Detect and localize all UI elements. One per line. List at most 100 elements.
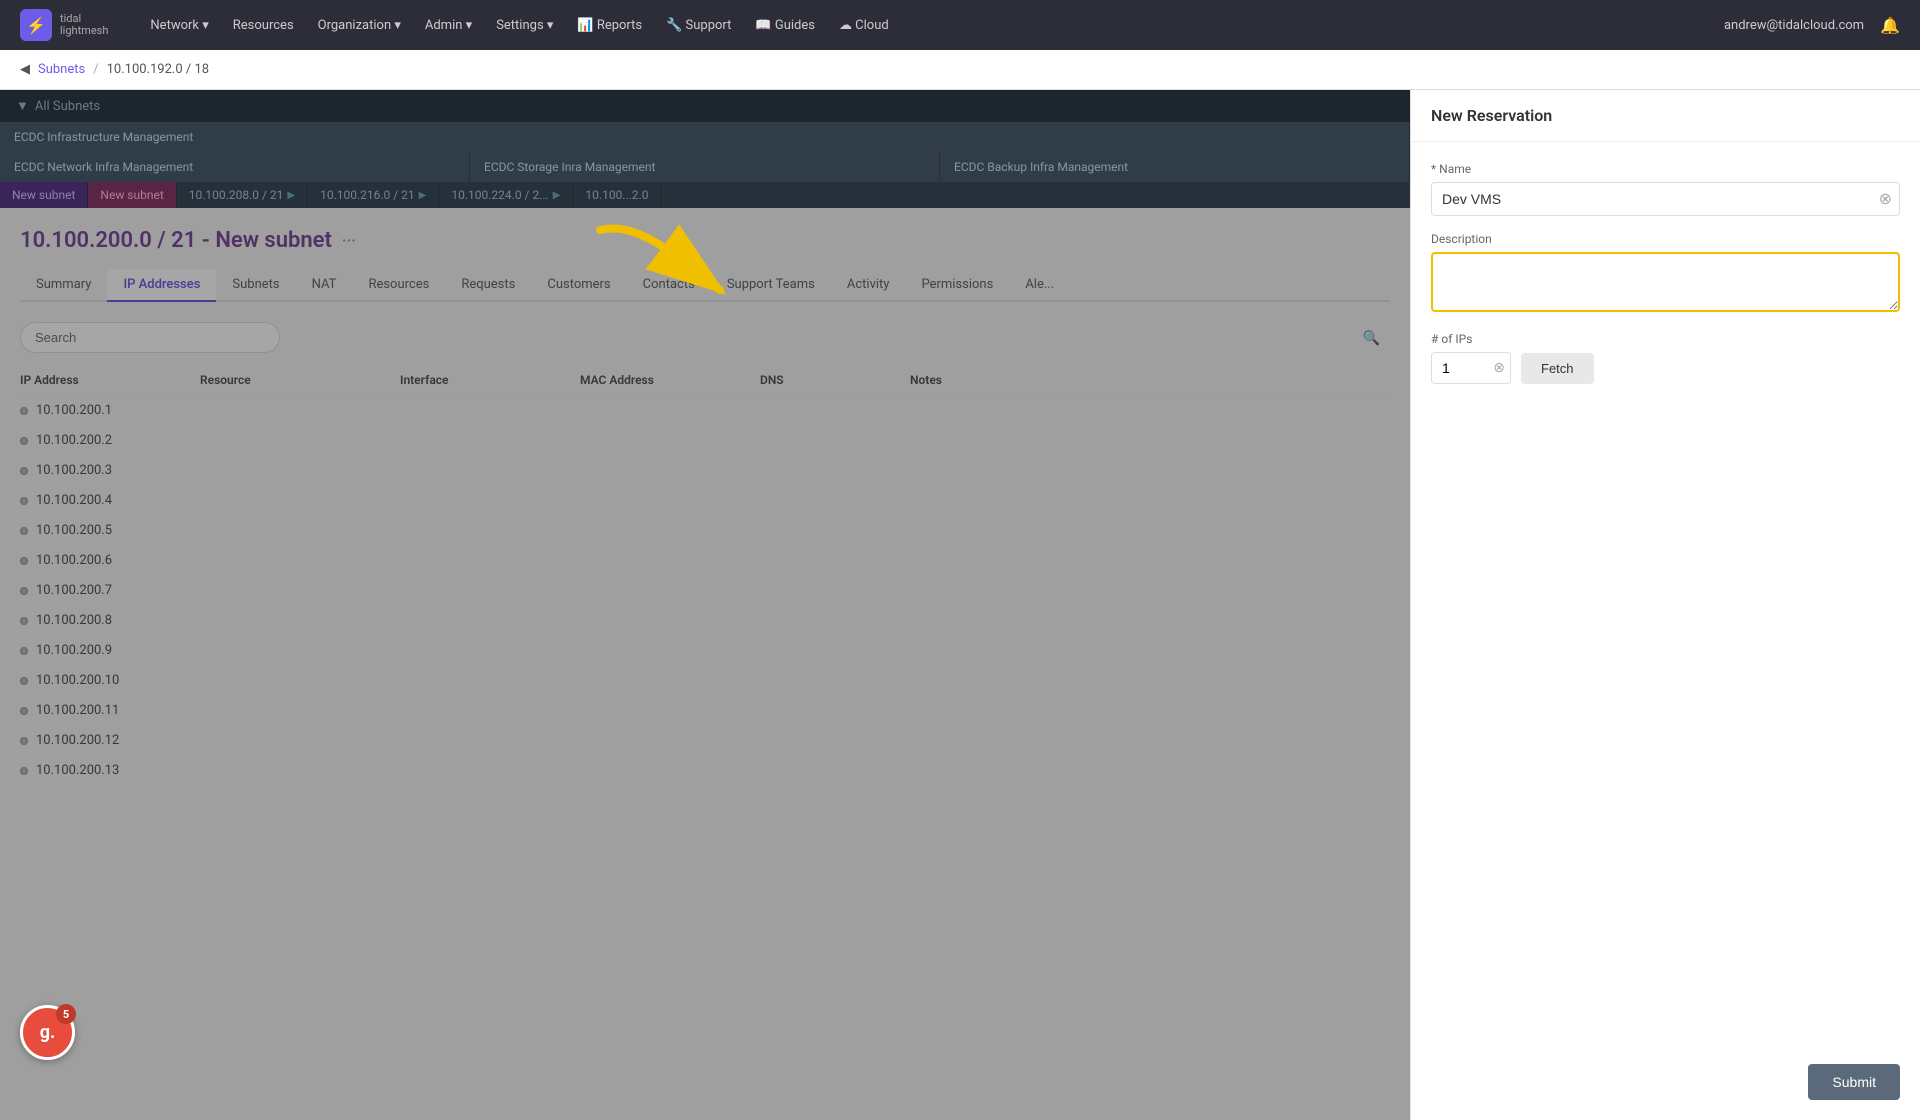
ip-address: 10.100.200.11 xyxy=(36,703,119,718)
name-input[interactable] xyxy=(1431,182,1900,216)
tree-backup-infra[interactable]: ECDC Backup Infra Management xyxy=(940,152,1410,182)
breadcrumb: ◀ Subnets / 10.100.192.0 / 18 xyxy=(0,50,1920,90)
ip-address: 10.100.200.6 xyxy=(36,553,112,568)
nav-support[interactable]: 🔧 Support xyxy=(656,12,741,39)
tabs: Summary IP Addresses Subnets NAT Resourc… xyxy=(20,269,1390,302)
arrow-icon: ▶ xyxy=(553,190,561,201)
left-panel: ▼ All Subnets ECDC Infrastructure Manage… xyxy=(0,90,1410,1120)
ip-cell: 10.100.200.11 xyxy=(20,703,200,718)
ip-cell: 10.100.200.7 xyxy=(20,583,200,598)
table-row: 10.100.200.4 xyxy=(20,486,1390,516)
tree-sub-224[interactable]: 10.100.224.0 / 2... ▶ xyxy=(439,182,573,208)
submit-button[interactable]: Submit xyxy=(1808,1064,1900,1100)
tab-support-teams[interactable]: Support Teams xyxy=(711,269,831,302)
nav-guides[interactable]: 📖 Guides xyxy=(745,12,825,39)
tree-row-2: ECDC Network Infra Management ECDC Stora… xyxy=(0,152,1410,182)
req-icon: * xyxy=(1431,162,1436,176)
ip-address: 10.100.200.7 xyxy=(36,583,112,598)
ip-cell: 10.100.200.6 xyxy=(20,553,200,568)
nav-user[interactable]: andrew@tidalcloud.com xyxy=(1724,18,1864,33)
fetch-button[interactable]: Fetch xyxy=(1521,353,1594,384)
arrow-icon: ▶ xyxy=(419,190,427,201)
table-row: 10.100.200.12 xyxy=(20,726,1390,756)
table-rows: 10.100.200.1 10.100.200.2 10.100.200.3 xyxy=(20,396,1390,786)
tree-sub-last[interactable]: 10.100...2.0 xyxy=(573,182,661,208)
ip-cell: 10.100.200.8 xyxy=(20,613,200,628)
tree-new-subnet-2[interactable]: New subnet xyxy=(88,182,176,208)
ip-cell: 10.100.200.2 xyxy=(20,433,200,448)
tab-customers[interactable]: Customers xyxy=(531,269,626,302)
tree-all-subnets[interactable]: ▼ All Subnets xyxy=(0,90,1410,122)
table-row: 10.100.200.1 xyxy=(20,396,1390,426)
tab-permissions[interactable]: Permissions xyxy=(905,269,1009,302)
nav-right: andrew@tidalcloud.com 🔔 xyxy=(1724,16,1900,35)
table-row: 10.100.200.7 xyxy=(20,576,1390,606)
subnet-title: 10.100.200.0 / 21 - New subnet ··· xyxy=(20,228,1390,253)
status-dot xyxy=(20,437,28,445)
logo-icon: ⚡ xyxy=(20,9,52,41)
navbar: ⚡ tidal lightmesh Network ▾ Resources Or… xyxy=(0,0,1920,50)
tab-subnets[interactable]: Subnets xyxy=(216,269,295,302)
tree-new-subnet-1[interactable]: New subnet xyxy=(0,182,88,208)
subnet-options-icon[interactable]: ··· xyxy=(342,231,356,250)
ip-address: 10.100.200.5 xyxy=(36,523,112,538)
tree-storage-infra[interactable]: ECDC Storage Inra Management xyxy=(470,152,940,182)
tab-summary[interactable]: Summary xyxy=(20,269,107,302)
name-clear-icon[interactable]: ⊗ xyxy=(1879,191,1892,207)
status-dot xyxy=(20,407,28,415)
search-button[interactable]: 🔍 xyxy=(1363,329,1380,346)
ip-cell: 10.100.200.4 xyxy=(20,493,200,508)
nav-resources[interactable]: Resources xyxy=(223,12,304,39)
nav-cloud[interactable]: ☁ Cloud xyxy=(829,12,899,39)
ip-cell: 10.100.200.5 xyxy=(20,523,200,538)
tab-nat[interactable]: NAT xyxy=(296,269,353,302)
breadcrumb-separator: / xyxy=(93,62,98,77)
tab-activity[interactable]: Activity xyxy=(831,269,906,302)
tree-sub-216[interactable]: 10.100.216.0 / 21 ▶ xyxy=(308,182,439,208)
status-dot xyxy=(20,617,28,625)
tab-alerts[interactable]: Ale... xyxy=(1009,269,1070,302)
ip-address: 10.100.200.9 xyxy=(36,643,112,658)
tab-contacts[interactable]: Contacts xyxy=(627,269,711,302)
status-dot xyxy=(20,707,28,715)
table-row: 10.100.200.2 xyxy=(20,426,1390,456)
desc-label: Description xyxy=(1431,232,1900,246)
nav-network[interactable]: Network ▾ xyxy=(140,12,218,39)
nav-settings[interactable]: Settings ▾ xyxy=(486,12,563,39)
ip-address: 10.100.200.2 xyxy=(36,433,112,448)
subnet-tree: ▼ All Subnets ECDC Infrastructure Manage… xyxy=(0,90,1410,208)
nav-reports[interactable]: 📊 Reports xyxy=(567,12,652,39)
ip-address: 10.100.200.13 xyxy=(36,763,119,778)
table-row: 10.100.200.11 xyxy=(20,696,1390,726)
g2-badge[interactable]: g. 5 xyxy=(20,1005,75,1060)
ip-cell: 10.100.200.13 xyxy=(20,763,200,778)
breadcrumb-parent[interactable]: Subnets xyxy=(38,62,85,77)
bell-icon[interactable]: 🔔 xyxy=(1880,16,1900,35)
nav-admin[interactable]: Admin ▾ xyxy=(415,12,482,39)
status-dot xyxy=(20,587,28,595)
table-row: 10.100.200.8 xyxy=(20,606,1390,636)
arrow-icon: ▶ xyxy=(287,190,295,201)
nav-links: Network ▾ Resources Organization ▾ Admin… xyxy=(140,12,1700,39)
logo: ⚡ tidal lightmesh xyxy=(20,9,108,41)
search-input[interactable] xyxy=(20,322,280,353)
tab-ip-addresses[interactable]: IP Addresses xyxy=(107,269,216,302)
breadcrumb-arrow: ◀ xyxy=(20,62,30,77)
ip-count-label: # of IPs xyxy=(1431,332,1900,346)
name-label-text: Name xyxy=(1439,162,1471,176)
nav-organization[interactable]: Organization ▾ xyxy=(308,12,411,39)
ip-address: 10.100.200.1 xyxy=(36,403,112,418)
table-row: 10.100.200.3 xyxy=(20,456,1390,486)
tab-requests[interactable]: Requests xyxy=(445,269,531,302)
tree-ecdc-infra[interactable]: ECDC Infrastructure Management xyxy=(0,122,1410,152)
ip-cell: 10.100.200.1 xyxy=(20,403,200,418)
description-input[interactable] xyxy=(1431,252,1900,312)
page-content: 10.100.200.0 / 21 - New subnet ··· Summa… xyxy=(0,208,1410,806)
subnet-title-text: 10.100.200.0 / 21 - New subnet xyxy=(20,228,332,253)
tree-network-infra[interactable]: ECDC Network Infra Management xyxy=(0,152,470,182)
tab-resources[interactable]: Resources xyxy=(352,269,445,302)
ip-count-clear-icon[interactable]: ⊗ xyxy=(1493,360,1505,376)
col-interface: Interface xyxy=(400,373,580,387)
tree-sub-208[interactable]: 10.100.208.0 / 21 ▶ xyxy=(177,182,308,208)
ip-address: 10.100.200.3 xyxy=(36,463,112,478)
